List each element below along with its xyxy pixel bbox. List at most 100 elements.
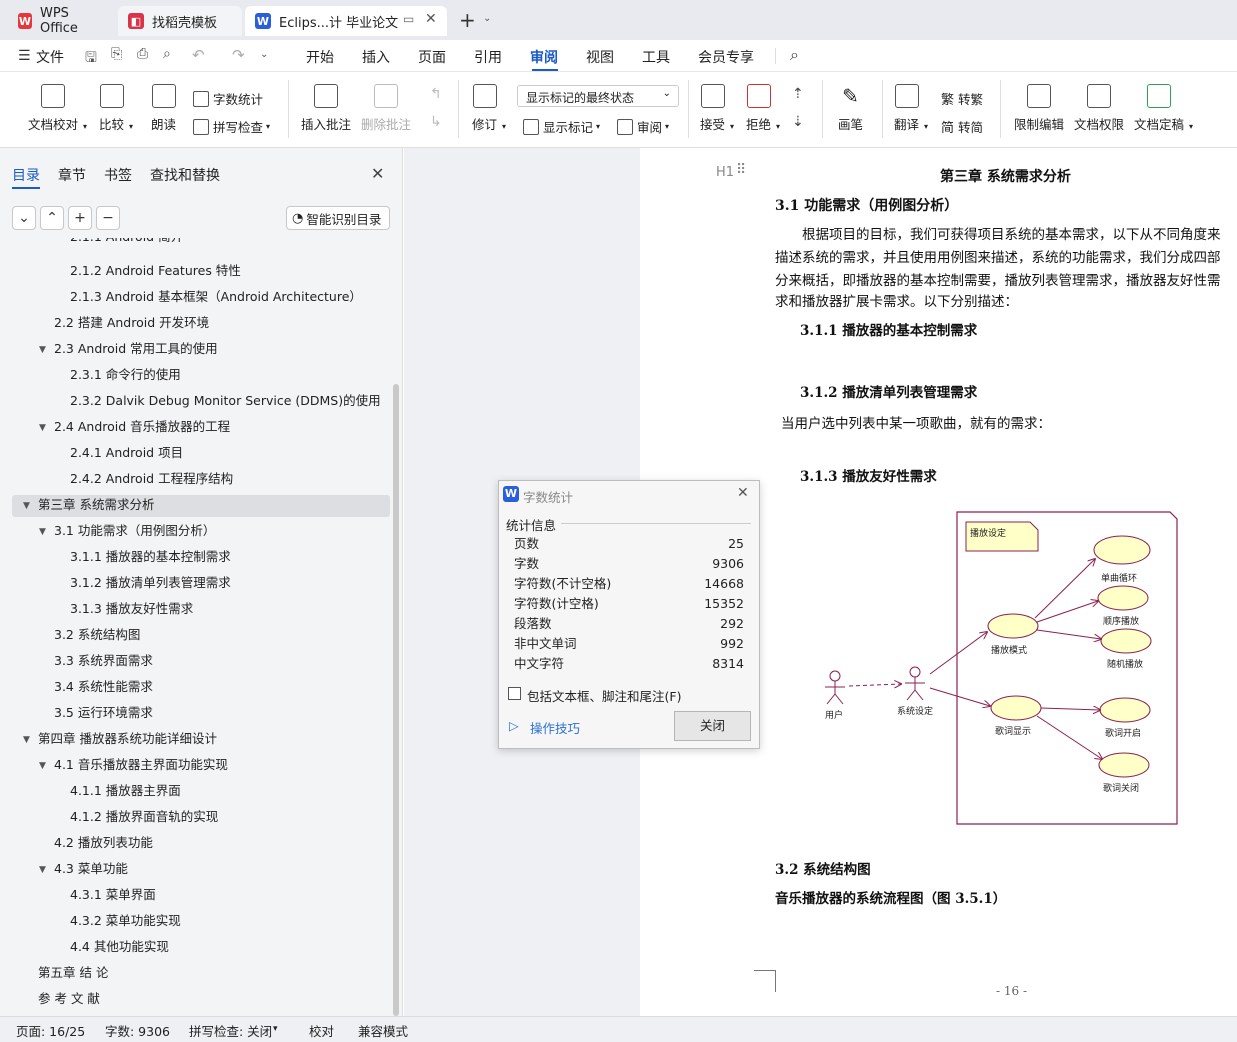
menu-review[interactable]: 审阅 [530,47,558,67]
toc-scrollbar[interactable] [393,384,399,1016]
expand-down-button[interactable]: ⌄ [12,206,36,230]
menu-reference[interactable]: 引用 [474,47,502,67]
menu-file[interactable]: 文件 [36,47,64,67]
status-words[interactable]: 字数: 9306 [105,1021,170,1040]
toc-item[interactable]: 3.4 系统性能需求 [54,676,153,698]
toc-item[interactable]: 2.4.1 Android 项目 [70,442,183,464]
toc-item[interactable]: 第三章 系统需求分析 [38,494,154,516]
toc-expand-toggle-icon[interactable]: ▼ [39,865,46,875]
drag-handle-icon[interactable]: ⠿ [736,162,746,178]
menu-insert[interactable]: 插入 [362,47,390,67]
tab-wps-office[interactable]: W WPS Office [8,6,112,36]
next-revision-icon[interactable]: ⇣ [792,114,804,130]
delete-comment-button[interactable]: 删除批注 [361,84,411,133]
compare-button[interactable]: 比较 ▾ [99,84,133,133]
toc-item[interactable]: 2.1.1 Android 简介 [70,238,183,246]
toc-item[interactable]: 参 考 文 献 [38,988,100,1010]
to-simplified-button[interactable]: 简转简 [941,117,983,136]
toc-item[interactable]: 4.1 音乐播放器主界面功能实现 [54,754,228,776]
toc-item[interactable]: 2.3.1 命令行的使用 [70,364,181,386]
read-aloud-button[interactable]: 朗读 [151,84,176,133]
quick-access-chevron-icon[interactable]: ⌄ [260,49,268,60]
review-pane-button[interactable]: 审阅 ▾ [617,117,669,136]
toc-item[interactable]: 3.1.3 播放友好性需求 [70,598,193,620]
include-notes-checkbox[interactable] [508,687,521,700]
toc-item[interactable]: 4.3 菜单功能 [54,858,128,880]
toc-item[interactable]: 3.3 系统界面需求 [54,650,153,672]
status-spell[interactable]: 拼写检查: 关闭 [189,1021,272,1040]
spell-check-button[interactable]: 拼写检查 ▾ [193,117,270,136]
toc-expand-toggle-icon[interactable]: ▼ [23,501,30,511]
tab-toc[interactable]: 目录 [12,165,40,185]
accept-button[interactable]: 接受 ▾ [700,84,734,133]
share-icon[interactable]: ⎘ [111,46,122,62]
toc-item[interactable]: 4.3.2 菜单功能实现 [70,910,181,932]
toc-item[interactable]: 3.1.1 播放器的基本控制需求 [70,546,231,568]
reject-button[interactable]: 拒绝 ▾ [746,84,780,133]
print-icon[interactable]: ⎙ [137,46,148,62]
tab-bookmarks[interactable]: 书签 [104,165,132,185]
toc-item[interactable]: 2.1.2 Android Features 特性 [70,260,241,282]
toc-item[interactable]: 2.3.2 Dalvik Debug Monitor Service (DDMS… [70,390,381,412]
collapse-up-button[interactable]: ⌃ [40,206,64,230]
spell-chevron-icon[interactable]: ▾ [273,1024,278,1034]
dialog-close-button[interactable]: 关闭 [674,711,751,741]
toc-item[interactable]: 3.2 系统结构图 [54,624,140,646]
redo-icon[interactable]: ↷ [232,46,245,64]
tab-window-icon[interactable]: ▭ [403,12,414,26]
toc-item[interactable]: 2.2 搭建 Android 开发环境 [54,312,209,334]
pen-button[interactable]: ✎ 画笔 [838,84,863,133]
toc-item[interactable]: 2.3 Android 常用工具的使用 [54,338,218,360]
close-panel-icon[interactable]: ✕ [371,164,384,183]
restrict-edit-button[interactable]: 限制编辑 [1014,84,1064,133]
status-proof[interactable]: 校对 [309,1021,334,1040]
use-case-diagram[interactable]: 播放设定 用户 系统设定 播放模式 单曲循环 顺序播放 随机播放 歌词显示 歌词… [815,506,1185,826]
doc-permission-button[interactable]: 文档权限 [1074,84,1124,133]
status-page[interactable]: 页面: 16/25 [16,1021,85,1040]
toc-item[interactable]: 4.2 播放列表功能 [54,832,153,854]
next-comment-icon[interactable]: ↳ [430,114,442,130]
tips-link[interactable]: 操作技巧 [530,718,580,737]
menu-start[interactable]: 开始 [306,47,334,67]
prev-revision-icon[interactable]: ⇡ [792,86,804,102]
tab-document[interactable]: W Eclips...计 毕业论文 ▭ ✕ [245,6,447,36]
toc-expand-toggle-icon[interactable]: ▼ [39,527,46,537]
dialog-close-icon[interactable]: ✕ [737,485,749,501]
toc-expand-toggle-icon[interactable]: ▼ [39,423,46,433]
toc-item[interactable]: 3.5 运行环境需求 [54,702,153,724]
print-preview-icon[interactable]: ⌕ [163,46,171,62]
insert-comment-button[interactable]: 插入批注 [301,84,351,133]
show-markup-button[interactable]: 显示标记 ▾ [523,117,600,136]
toc-item[interactable]: 3.1.2 播放清单列表管理需求 [70,572,231,594]
to-traditional-button[interactable]: 繁转繁 [941,89,983,108]
tab-menu-chevron-icon[interactable]: ⌄ [483,13,491,24]
toc-item[interactable]: 2.4 Android 音乐播放器的工程 [54,416,230,438]
toc-item[interactable]: 第四章 播放器系统功能详细设计 [38,728,217,750]
translate-button[interactable]: 翻译 ▾ [894,84,928,133]
remove-heading-button[interactable]: − [96,206,120,230]
toc-expand-toggle-icon[interactable]: ▼ [23,735,30,745]
doc-final-button[interactable]: 文档定稿 ▾ [1134,84,1193,133]
tab-chapters[interactable]: 章节 [58,165,86,185]
undo-icon[interactable]: ↶ [192,46,205,64]
revise-button[interactable]: 修订 ▾ [472,84,506,133]
toc-item[interactable]: 4.4 其他功能实现 [70,936,169,958]
menu-page[interactable]: 页面 [418,47,446,67]
toc-item[interactable]: 第五章 结 论 [38,962,108,984]
toc-expand-toggle-icon[interactable]: ▼ [39,345,46,355]
tab-find-replace[interactable]: 查找和替换 [150,165,220,185]
menu-member[interactable]: 会员专享 [698,47,754,67]
markup-state-select[interactable]: 显示标记的最终状态 ⌄ [517,85,679,107]
toc-item[interactable]: 2.1.3 Android 基本框架（Android Architecture） [70,286,362,308]
prev-comment-icon[interactable]: ↰ [430,86,442,102]
hamburger-icon[interactable]: ☰ [18,48,31,64]
toc-item[interactable]: 4.1.2 播放界面音轨的实现 [70,806,218,828]
toc-item[interactable]: 2.4.2 Android 工程程序结构 [70,468,233,490]
menu-tools[interactable]: 工具 [642,47,670,67]
toc-item[interactable]: 4.3.1 菜单界面 [70,884,156,906]
tab-close-icon[interactable]: ✕ [425,11,437,27]
doc-check-button[interactable]: 文档校对 ▾ [28,84,87,133]
tab-daoke[interactable]: ◧ 找稻壳模板 [118,6,242,36]
add-heading-button[interactable]: + [68,206,92,230]
word-count-button[interactable]: 字数统计 [193,89,263,108]
